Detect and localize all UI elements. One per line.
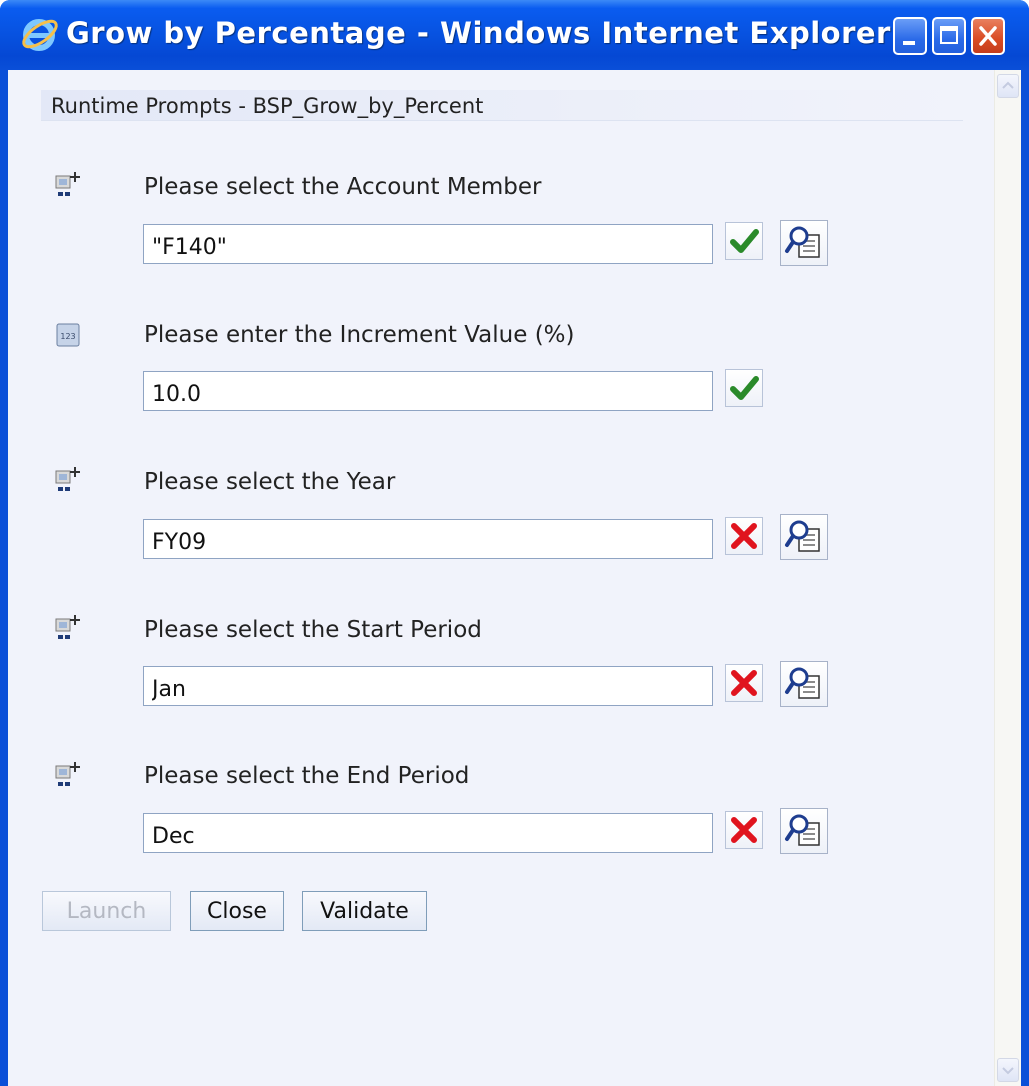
magnifier-lookup-icon — [785, 226, 820, 258]
close-icon — [979, 26, 997, 46]
svg-text:123: 123 — [60, 332, 75, 341]
account-member-field[interactable] — [143, 224, 713, 264]
member-selection-icon — [55, 172, 80, 196]
increment-value-field[interactable] — [143, 371, 713, 411]
member-selector-button[interactable] — [780, 514, 828, 560]
red-x-icon — [731, 817, 757, 843]
validate-button[interactable]: Validate — [302, 891, 427, 931]
close-button[interactable]: Close — [190, 891, 284, 931]
page-header: Runtime Prompts - BSP_Grow_by_Percent — [41, 90, 963, 121]
member-selector-button[interactable] — [780, 808, 828, 854]
maximize-button[interactable] — [932, 17, 966, 55]
chevron-down-icon — [1002, 1067, 1014, 1075]
page-content: Runtime Prompts - BSP_Grow_by_Percent Pl… — [8, 70, 1021, 1086]
browser-window: Grow by Percentage - Windows Internet Ex… — [0, 0, 1029, 1086]
red-x-icon — [731, 523, 757, 549]
launch-button[interactable]: Launch — [42, 891, 171, 931]
page-header-title: Runtime Prompts - BSP_Grow_by_Percent — [51, 94, 484, 118]
valid-status — [725, 369, 763, 407]
valid-status — [725, 222, 763, 260]
vertical-scrollbar[interactable] — [994, 70, 1021, 1086]
prompt-label: Please select the Account Member — [144, 174, 542, 200]
prompt-label: Please select the Start Period — [144, 617, 482, 643]
member-selector-button[interactable] — [780, 661, 828, 707]
maximize-icon — [940, 26, 958, 44]
start-period-field[interactable] — [143, 666, 713, 706]
magnifier-lookup-icon — [785, 814, 820, 846]
prompt-label: Please enter the Increment Value (%) — [144, 322, 575, 348]
window-title: Grow by Percentage - Windows Internet Ex… — [66, 16, 891, 50]
member-selection-icon — [55, 467, 80, 491]
checkmark-icon — [730, 376, 759, 400]
title-bar[interactable]: Grow by Percentage - Windows Internet Ex… — [0, 0, 1029, 70]
member-selection-icon — [55, 615, 80, 639]
magnifier-lookup-icon — [785, 520, 820, 552]
invalid-status — [725, 664, 763, 702]
internet-explorer-icon — [22, 19, 58, 51]
scroll-down-button[interactable] — [997, 1058, 1019, 1082]
member-selection-icon — [55, 762, 80, 786]
prompt-label: Please select the Year — [144, 469, 396, 495]
scroll-up-button[interactable] — [997, 74, 1019, 98]
minimize-button[interactable] — [893, 17, 927, 55]
invalid-status — [725, 517, 763, 555]
numeric-123-icon: 123 — [56, 323, 80, 347]
chevron-up-icon — [1002, 81, 1014, 89]
end-period-field[interactable] — [143, 813, 713, 853]
close-window-button[interactable] — [971, 17, 1005, 55]
magnifier-lookup-icon — [785, 667, 820, 699]
red-x-icon — [731, 670, 757, 696]
checkmark-icon — [730, 229, 759, 253]
invalid-status — [725, 811, 763, 849]
prompt-label: Please select the End Period — [144, 763, 470, 789]
minimize-icon — [903, 41, 915, 45]
member-selector-button[interactable] — [780, 220, 828, 266]
year-field[interactable] — [143, 519, 713, 559]
